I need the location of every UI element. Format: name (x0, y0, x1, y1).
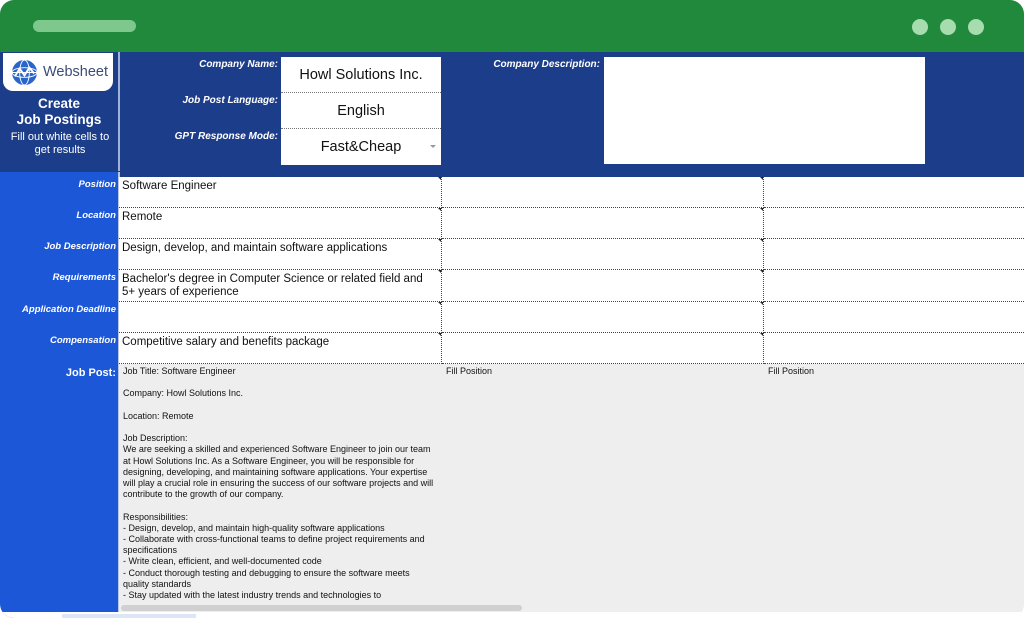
window-titlebar (0, 0, 1024, 52)
job-post-output-1[interactable]: Job Title: Software Engineer Company: Ho… (119, 364, 443, 618)
cell-requirements-1[interactable]: Bachelor's degree in Computer Science or… (119, 270, 442, 302)
row-label-job-description: Job Description (44, 241, 116, 252)
panel-title: Create Job Postings (0, 96, 118, 128)
language-field[interactable]: English (281, 93, 441, 129)
job-post-output-3[interactable]: Fill Position (764, 364, 1024, 618)
mode-value: Fast&Cheap (320, 139, 402, 155)
cell-requirements-3[interactable] (764, 270, 1024, 302)
cell-job-description-3[interactable] (764, 239, 1024, 270)
row-label-position: Position (78, 179, 116, 190)
panel-subtitle-line1: Fill out white cells to (10, 131, 110, 143)
cell-requirements-2[interactable] (442, 270, 764, 302)
brand-panel: Websheet Create Job Postings Fill out wh… (0, 52, 120, 171)
websheet-logo-icon (11, 58, 38, 86)
window-controls (912, 19, 984, 35)
row-label-requirements: Requirements (52, 272, 116, 283)
cell-location-3[interactable] (764, 208, 1024, 239)
panel-title-line1: Create (37, 96, 81, 111)
mode-label: GPT Response Mode: (174, 131, 278, 142)
panel-title-line2: Job Postings (16, 112, 102, 127)
job-post-output-2[interactable]: Fill Position (442, 364, 765, 618)
language-label: Job Post Language: (182, 95, 278, 106)
row-label-compensation: Compensation (50, 335, 116, 346)
window-dot-3[interactable] (968, 19, 984, 35)
logo-text: Websheet (43, 64, 109, 80)
dropdown-caret-icon[interactable] (430, 145, 436, 148)
horizontal-scrollbar[interactable] (121, 605, 522, 611)
cell-job-description-1[interactable]: Design, develop, and maintain software a… (119, 239, 442, 270)
window-dot-2[interactable] (940, 19, 956, 35)
cell-application-deadline-3[interactable] (764, 302, 1024, 333)
row-labels-column (0, 172, 120, 618)
row-label-job-post: Job Post: (65, 367, 116, 379)
websheet-logo: Websheet (3, 53, 113, 91)
cell-position-3[interactable] (764, 177, 1024, 208)
cell-position-2[interactable] (442, 177, 764, 208)
spreadsheet: Websheet Create Job Postings Fill out wh… (0, 52, 1024, 618)
job-post-text-3: Fill Position (768, 366, 815, 376)
app-window: Websheet Create Job Postings Fill out wh… (0, 0, 1024, 618)
window-dot-1[interactable] (912, 19, 928, 35)
cell-location-2[interactable] (442, 208, 764, 239)
company-description-field[interactable] (604, 57, 925, 164)
job-post-text-2: Fill Position (446, 366, 493, 376)
company-name-field[interactable]: Howl Solutions Inc. (281, 57, 441, 93)
cell-compensation-1[interactable]: Competitive salary and benefits package (119, 333, 442, 364)
row-label-location: Location (76, 210, 116, 221)
cell-position-1[interactable]: Software Engineer (119, 177, 442, 208)
sheet-tab-indicator[interactable] (62, 614, 196, 618)
row-label-application-deadline: Application Deadline (22, 304, 116, 315)
sheet-footer (0, 612, 1024, 618)
cell-application-deadline-2[interactable] (442, 302, 764, 333)
mode-dropdown[interactable]: Fast&Cheap (281, 129, 441, 165)
cell-application-deadline-1[interactable] (119, 302, 442, 333)
panel-subtitle-line2: get results (34, 144, 86, 156)
cell-compensation-2[interactable] (442, 333, 764, 364)
job-post-text-1: Job Title: Software Engineer Company: Ho… (123, 366, 434, 601)
cell-job-description-2[interactable] (442, 239, 764, 270)
cell-compensation-3[interactable] (764, 333, 1024, 364)
panel-subtitle: Fill out white cells to get results (4, 131, 116, 157)
company-name-label: Company Name: (199, 59, 278, 70)
address-bar[interactable] (33, 20, 136, 32)
company-description-label: Company Description: (493, 59, 600, 70)
cell-location-1[interactable]: Remote (119, 208, 442, 239)
